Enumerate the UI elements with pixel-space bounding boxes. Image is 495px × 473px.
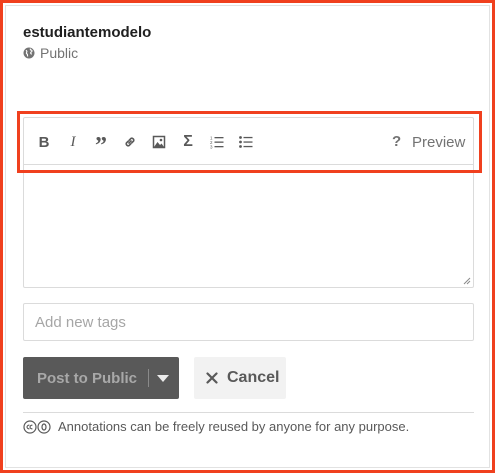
annotation-text-area[interactable] — [24, 166, 473, 287]
username[interactable]: estudiantemodelo — [23, 24, 151, 41]
divider — [23, 412, 474, 413]
resize-handle-icon[interactable] — [461, 275, 471, 285]
creative-commons-icon[interactable] — [23, 419, 53, 434]
globe-icon — [23, 47, 35, 59]
visibility-label: Public — [40, 45, 79, 61]
cancel-button-label: Cancel — [227, 369, 280, 386]
visibility-indicator: Public — [23, 45, 78, 61]
chevron-down-icon[interactable] — [157, 375, 169, 382]
license-notice: Annotations can be freely reused by anyo… — [23, 419, 409, 434]
post-button[interactable]: Post to Public — [23, 357, 179, 399]
toolbar-highlight-frame — [17, 111, 482, 173]
tags-input[interactable] — [23, 303, 474, 341]
close-icon — [206, 372, 218, 384]
post-button-divider — [148, 369, 149, 387]
cancel-button[interactable]: Cancel — [194, 357, 286, 399]
license-text: Annotations can be freely reused by anyo… — [58, 419, 410, 434]
post-button-label: Post to Public — [37, 369, 138, 387]
